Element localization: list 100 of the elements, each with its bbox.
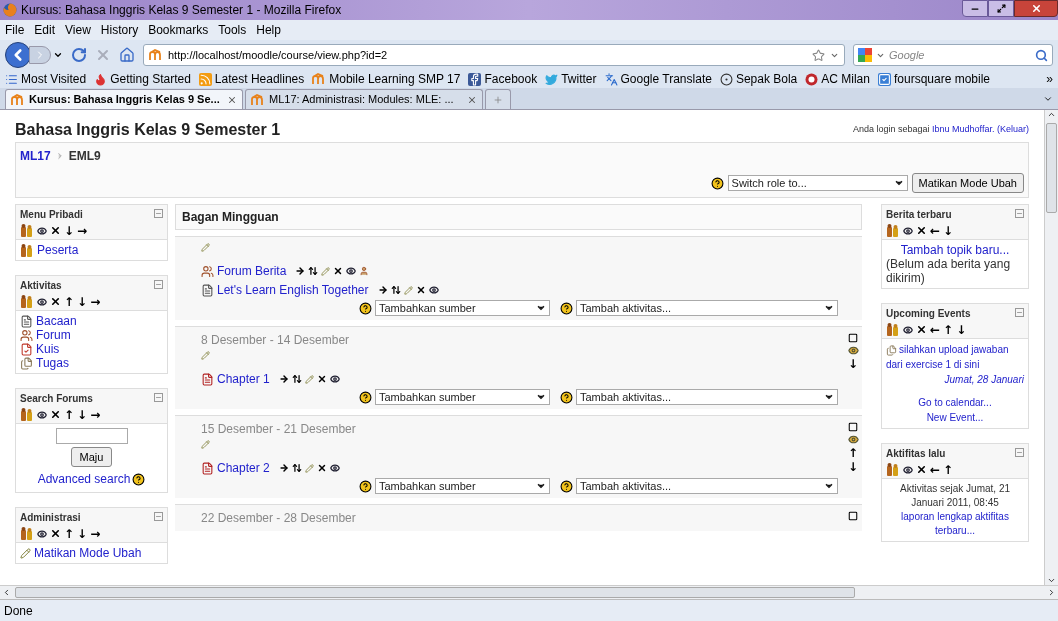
minimize-button[interactable] [962,0,988,17]
bookmark-item[interactable]: Most Visited [5,70,87,88]
full-report-link[interactable]: laporan lengkap aktifitas terbaru... [886,510,1024,538]
highlight-icon[interactable] [848,422,858,432]
move-arrow[interactable]: ↑ [943,463,954,476]
block-link[interactable]: Kuis [20,342,163,356]
bookmark-star-icon[interactable] [812,48,825,62]
activity-select[interactable]: Tambah aktivitas... [576,300,838,316]
move-arrow[interactable]: ↑ [64,295,75,308]
arrow-right-icon[interactable] [278,463,289,473]
delete-icon[interactable] [50,225,61,236]
breadcrumb-link[interactable]: ML17 [20,147,51,165]
resource-select[interactable]: Tambahkan sumber [375,300,550,316]
eye-icon[interactable] [428,285,439,295]
delete-icon[interactable] [415,285,426,295]
close-button[interactable] [1014,0,1058,17]
move-arrow[interactable]: → [90,295,101,308]
close-tab-icon[interactable] [227,94,237,105]
tab-list-icon[interactable] [1043,94,1053,104]
move-arrow[interactable]: ↓ [956,323,967,336]
advanced-search-link[interactable]: Advanced search [37,470,131,488]
move-icon[interactable] [291,374,302,384]
collapse-icon[interactable] [1015,209,1024,218]
activity-select[interactable]: Tambah aktivitas... [576,478,838,494]
delete-icon[interactable] [316,463,327,473]
delete-icon[interactable] [916,464,927,475]
activity-link[interactable]: Forum Berita [217,262,287,280]
resource-select[interactable]: Tambahkan sumber [375,389,550,405]
collapse-icon[interactable] [154,280,163,289]
highlight-icon[interactable] [848,511,858,521]
collapse-icon[interactable] [1015,448,1024,457]
help-icon[interactable] [560,301,573,315]
menu-item[interactable]: History [100,21,139,39]
maximize-button[interactable] [988,0,1014,17]
eye-icon[interactable] [37,296,47,307]
search-button[interactable]: Maju [70,447,113,467]
eye-icon[interactable] [329,463,340,473]
browser-tab[interactable]: Kursus: Bahasa Inggris Kelas 9 Se... [5,89,243,109]
arrow-right-icon[interactable] [295,266,306,276]
scroll-thumb[interactable] [1046,123,1057,213]
menu-item[interactable]: View [65,21,91,39]
bookmark-item[interactable]: Facebook [468,70,538,88]
eye-icon[interactable] [346,266,357,276]
help-icon[interactable] [359,390,372,404]
edit-mode-button[interactable]: Matikan Mode Ubah [911,173,1024,193]
move-arrow[interactable]: ↓ [64,224,75,237]
eye-icon[interactable] [847,345,859,356]
breadcrumb-link[interactable]: EML9 [68,147,101,165]
delete-icon[interactable] [50,528,61,539]
move-icon[interactable] [390,285,401,295]
move-arrow[interactable]: ↓ [77,408,88,421]
block-link[interactable]: Bacaan [20,314,163,328]
collapse-icon[interactable] [154,209,163,218]
person-icon[interactable] [359,266,370,276]
reload-icon[interactable] [71,47,87,63]
highlight-icon[interactable] [848,333,858,343]
move-arrow[interactable]: → [90,527,101,540]
move-arrow[interactable]: ↑ [943,323,954,336]
back-button[interactable] [5,42,31,68]
resource-select[interactable]: Tambahkan sumber [375,478,550,494]
more-bookmarks[interactable]: » [1046,70,1053,88]
search-field[interactable]: Google [889,46,1031,64]
scroll-right-icon[interactable] [1047,588,1056,597]
block-link[interactable]: Tugas [20,356,163,370]
history-dropdown-icon[interactable] [53,50,63,60]
move-arrow[interactable]: ← [930,323,941,336]
scroll-left-icon[interactable] [2,588,11,597]
home-icon[interactable] [119,47,135,63]
arrow-right-icon[interactable] [377,285,388,295]
eye-icon[interactable] [903,225,913,236]
help-icon[interactable] [359,479,372,493]
move-icon[interactable] [291,463,302,473]
bookmark-item[interactable]: AC Milan [805,70,870,88]
bookmark-item[interactable]: foursquare mobile [877,70,991,88]
move-arrow[interactable]: ↓ [847,358,859,370]
block-link[interactable]: Forum [20,328,163,342]
arrow-right-icon[interactable] [278,374,289,384]
eye-icon[interactable] [37,225,47,236]
vertical-scrollbar[interactable] [1044,110,1058,585]
search-bar[interactable]: Google [853,44,1053,66]
delete-icon[interactable] [916,225,927,236]
menu-item[interactable]: Tools [218,21,247,39]
add-topic-link[interactable]: Tambah topik baru... [900,243,1010,257]
browser-tab[interactable]: ML17: Administrasi: Modules: MLE: ... [245,89,483,109]
search-icon[interactable] [1035,48,1048,62]
logout-link[interactable]: (Keluar) [997,123,1029,134]
eye-icon[interactable] [329,374,340,384]
address-field[interactable]: http://localhost/moodle/course/view.php?id=2 [143,44,845,66]
menu-item[interactable]: Edit [34,21,56,39]
bookmark-item[interactable]: Sepak Bola [719,70,798,88]
scroll-thumb[interactable] [15,587,855,598]
move-arrow[interactable]: → [77,224,88,237]
help-icon[interactable] [560,479,573,493]
bookmark-item[interactable]: Google Translate [604,70,712,88]
collapse-icon[interactable] [1015,308,1024,317]
event-link[interactable]: silahkan upload jawaban dari exercise 1 di sini [886,342,1024,372]
move-arrow[interactable]: ↑ [847,447,859,459]
activity-link[interactable]: Chapter 1 [217,370,270,388]
calendar-link[interactable]: Go to calendar... [918,395,992,410]
collapse-icon[interactable] [154,512,163,521]
